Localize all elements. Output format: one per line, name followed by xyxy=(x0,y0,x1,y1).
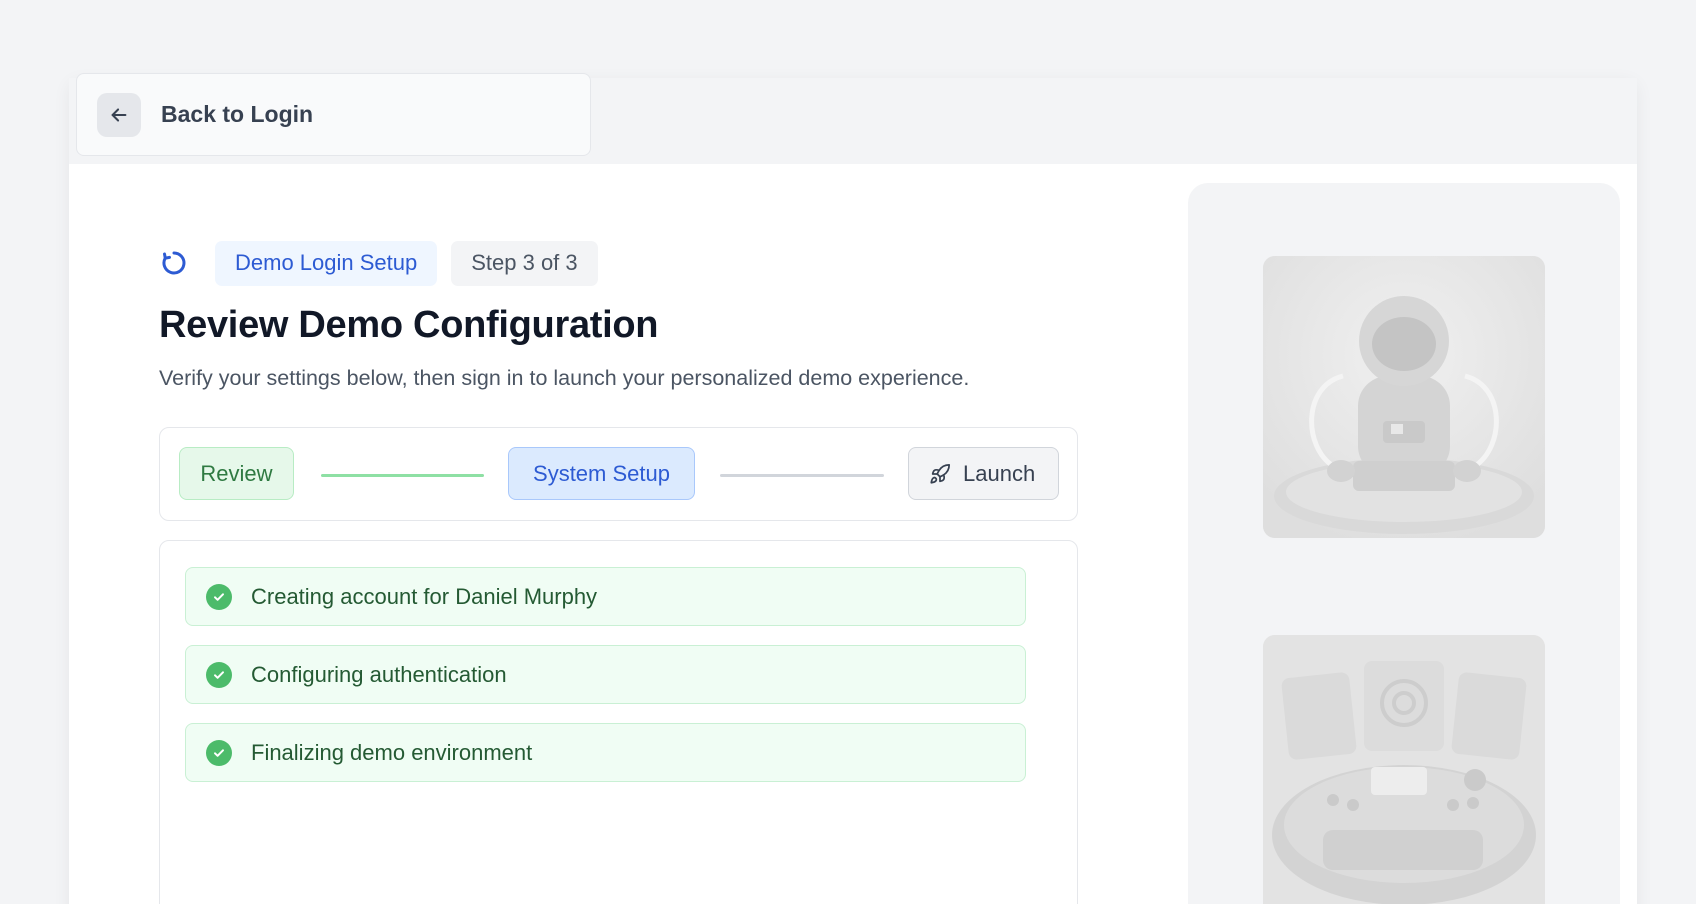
task-label: Creating account for Daniel Murphy xyxy=(251,583,598,609)
illustration-panel xyxy=(1188,183,1620,904)
check-circle-icon xyxy=(206,583,232,610)
step-launch[interactable]: Launch xyxy=(908,447,1059,500)
task-item: Configuring authentication xyxy=(185,645,1026,704)
setup-card: Back to Login Demo Login Setup Step 3 of… xyxy=(69,73,1637,904)
rocket-icon xyxy=(929,463,951,485)
page-subtitle: Verify your settings below, then sign in… xyxy=(159,366,970,390)
step-system-setup[interactable]: System Setup xyxy=(508,447,695,500)
main-content: Demo Login Setup Step 3 of 3 Review Demo… xyxy=(159,240,1079,904)
loading-spinner-icon xyxy=(159,248,189,278)
step-review[interactable]: Review xyxy=(179,447,294,500)
step-launch-label: Launch xyxy=(963,460,1036,486)
astronaut-illustration xyxy=(1263,256,1545,538)
page-title: Review Demo Configuration xyxy=(159,304,659,346)
task-label: Configuring authentication xyxy=(251,661,507,687)
task-item: Creating account for Daniel Murphy xyxy=(185,567,1026,626)
control-panel-illustration xyxy=(1263,635,1545,904)
demo-login-setup-badge: Demo Login Setup xyxy=(215,240,438,286)
arrow-left-icon xyxy=(97,92,141,137)
task-item: Finalizing demo environment xyxy=(185,723,1026,782)
task-label: Finalizing demo environment xyxy=(251,739,533,765)
check-circle-icon xyxy=(206,661,232,688)
header-badges: Demo Login Setup Step 3 of 3 xyxy=(159,240,1079,286)
step-counter-badge: Step 3 of 3 xyxy=(451,240,598,286)
step-review-label: Review xyxy=(200,460,273,486)
progress-stepper: Review System Setup Launch xyxy=(159,427,1078,521)
setup-tasks-panel: Creating account for Daniel Murphy Confi… xyxy=(159,540,1078,904)
check-circle-icon xyxy=(206,739,232,766)
back-to-login-button[interactable]: Back to Login xyxy=(76,73,591,156)
top-bar: Back to Login xyxy=(69,73,1637,164)
step-connector-pending xyxy=(720,474,884,477)
step-connector-complete xyxy=(321,474,484,477)
step-system-setup-label: System Setup xyxy=(533,460,670,486)
back-to-login-label: Back to Login xyxy=(161,101,314,127)
